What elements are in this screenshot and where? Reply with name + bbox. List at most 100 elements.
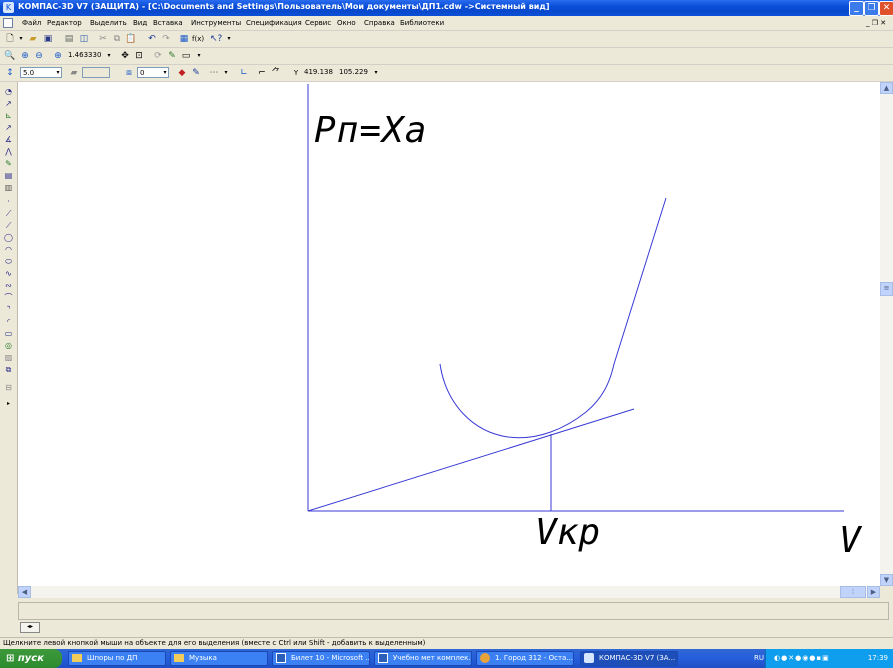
- refresh-icon[interactable]: ⟳: [152, 50, 164, 62]
- menu-help[interactable]: Справка: [364, 19, 395, 27]
- layer-icon[interactable]: ⧈: [123, 67, 135, 79]
- snap-settings-icon[interactable]: ✎: [190, 67, 202, 79]
- segment-icon[interactable]: ⟋: [3, 220, 14, 231]
- task-word-bilet[interactable]: Билет 10 - Microsoft ...: [272, 651, 370, 666]
- symbols-icon[interactable]: ⊾: [3, 110, 14, 121]
- start-button[interactable]: ⊞ пуск: [0, 649, 62, 668]
- ortho-icon[interactable]: ⌐: [256, 67, 268, 79]
- scroll-right-button[interactable]: ▶: [867, 586, 880, 598]
- task-folder-shpory[interactable]: Шпоры по ДП: [68, 651, 166, 666]
- coord-y-field[interactable]: 105.229: [337, 67, 371, 78]
- spec-icon[interactable]: ▤: [3, 170, 14, 181]
- cut-icon[interactable]: ✂: [97, 33, 109, 45]
- measure-icon[interactable]: ⋀: [3, 146, 14, 157]
- arc-icon[interactable]: ◠: [3, 244, 14, 255]
- parametrize-icon[interactable]: ∡: [3, 134, 14, 145]
- rectangle-icon[interactable]: ▭: [3, 328, 14, 339]
- zoom-in-icon[interactable]: ⊕: [19, 50, 31, 62]
- equidistant-icon[interactable]: ⧉: [3, 364, 14, 375]
- cursor-step-icon[interactable]: ↕: [4, 67, 16, 79]
- dropdown-arrow-icon[interactable]: ▾: [159, 67, 171, 79]
- chamfer-icon[interactable]: ⌝: [3, 304, 14, 315]
- round-icon[interactable]: ⺈: [270, 67, 282, 79]
- kompas-app-icon[interactable]: K: [3, 2, 14, 13]
- polyline-icon[interactable]: ⌒: [3, 292, 14, 303]
- dropdown-arrow-icon[interactable]: ▾: [223, 33, 235, 45]
- maximize-button[interactable]: ❐: [864, 1, 879, 16]
- collection-icon[interactable]: ⊟: [3, 382, 14, 393]
- menu-file[interactable]: Файл: [22, 19, 41, 27]
- menu-libraries[interactable]: Библиотеки: [400, 19, 444, 27]
- snap-icon[interactable]: ◆: [176, 67, 188, 79]
- pan-icon[interactable]: ✥: [119, 50, 131, 62]
- coord-x-field[interactable]: 419.138: [302, 67, 336, 78]
- nurbs-icon[interactable]: ∾: [3, 280, 14, 291]
- menu-specification[interactable]: Спецификация: [246, 19, 302, 27]
- undo-icon[interactable]: ↶: [146, 33, 158, 45]
- function-icon[interactable]: f(x): [192, 33, 204, 45]
- dimensions-icon[interactable]: ↗: [3, 98, 14, 109]
- dropdown-arrow-icon[interactable]: ▾: [52, 67, 64, 79]
- dropdown-arrow-icon[interactable]: ▾: [193, 50, 205, 62]
- vertical-scrollbar[interactable]: ▲ ≡ ▼: [880, 82, 893, 586]
- zoom-scale-icon[interactable]: ⊕: [52, 50, 64, 62]
- zoom-out-icon[interactable]: ⊖: [33, 50, 45, 62]
- dropdown-arrow-icon[interactable]: ▾: [220, 67, 232, 79]
- tab-scroll-arrows[interactable]: ◂▸: [20, 622, 40, 633]
- tray-icons[interactable]: ◐●✕●◉●▪▣: [774, 649, 830, 668]
- scroll-up-button[interactable]: ▲: [880, 82, 893, 94]
- copy-icon[interactable]: ⧉: [111, 33, 123, 45]
- circle-icon[interactable]: ◯: [3, 232, 14, 243]
- horizontal-scrollbar[interactable]: ◀ ⦙ ▶: [18, 586, 880, 598]
- document-icon[interactable]: [3, 18, 13, 28]
- drawing-canvas[interactable]: Pп=Xa Vкр V: [18, 82, 880, 586]
- menu-select[interactable]: Выделить: [90, 19, 127, 27]
- more-arrow-icon[interactable]: ▸: [3, 398, 14, 409]
- dropdown-arrow-icon[interactable]: ▾: [15, 33, 27, 45]
- point-icon[interactable]: ·: [3, 196, 14, 207]
- task-player[interactable]: 1. Город 312 - Оста...: [476, 651, 574, 666]
- document-window-controls[interactable]: _ ❐ ✕: [866, 19, 886, 27]
- save-icon[interactable]: ▣: [42, 33, 54, 45]
- style-icon[interactable]: ▰: [68, 67, 80, 79]
- redo-icon[interactable]: ↷: [160, 33, 172, 45]
- task-word-uchebno[interactable]: Учебно мет комплек...: [374, 651, 472, 666]
- paste-icon[interactable]: 📋: [125, 33, 137, 45]
- dropdown-arrow-icon[interactable]: ▾: [370, 67, 382, 79]
- scroll-thumb[interactable]: ≡: [880, 282, 893, 296]
- ellipse-icon[interactable]: ⬭: [3, 256, 14, 267]
- menu-view[interactable]: Вид: [133, 19, 147, 27]
- fillet-icon[interactable]: ◜: [3, 316, 14, 327]
- menu-tools[interactable]: Инструменты: [191, 19, 241, 27]
- close-button[interactable]: ✕: [879, 1, 893, 16]
- help-pointer-icon[interactable]: ↖?: [210, 33, 222, 45]
- scroll-down-button[interactable]: ▼: [880, 574, 893, 586]
- minimize-button[interactable]: _: [849, 1, 864, 16]
- print-icon[interactable]: ▤: [63, 33, 75, 45]
- spline-icon[interactable]: ∿: [3, 268, 14, 279]
- show-all-icon[interactable]: ⊡: [133, 50, 145, 62]
- zoom-window-icon[interactable]: 🔍: [4, 50, 16, 62]
- menu-service[interactable]: Сервис: [305, 19, 331, 27]
- edit-icon[interactable]: ↗: [3, 122, 14, 133]
- scroll-thumb-horizontal[interactable]: ⦙: [840, 586, 866, 598]
- scroll-left-button[interactable]: ◀: [18, 586, 31, 598]
- local-cs-icon[interactable]: ∟: [238, 67, 250, 79]
- geometry-icon[interactable]: ◔: [3, 86, 14, 97]
- report-icon[interactable]: ▥: [3, 182, 14, 193]
- open-folder-icon[interactable]: ▰: [27, 33, 39, 45]
- grid-icon[interactable]: ⋯: [208, 67, 220, 79]
- manager-icon[interactable]: ▦: [178, 33, 190, 45]
- language-indicator[interactable]: RU: [754, 649, 764, 668]
- contour-icon[interactable]: ◎: [3, 340, 14, 351]
- menu-window[interactable]: Окно: [337, 19, 356, 27]
- task-folder-music[interactable]: Музыка: [170, 651, 268, 666]
- menu-edit[interactable]: Редактор: [47, 19, 82, 27]
- detail-icon[interactable]: ✎: [166, 50, 178, 62]
- menu-insert[interactable]: Вставка: [153, 19, 183, 27]
- dropdown-arrow-icon[interactable]: ▾: [103, 50, 115, 62]
- print-preview-icon[interactable]: ◫: [78, 33, 90, 45]
- layers-icon[interactable]: ▭: [180, 50, 192, 62]
- auxiliary-line-icon[interactable]: ⟋: [3, 208, 14, 219]
- task-kompas[interactable]: КОМПАС-3D V7 (ЗА...: [580, 651, 678, 666]
